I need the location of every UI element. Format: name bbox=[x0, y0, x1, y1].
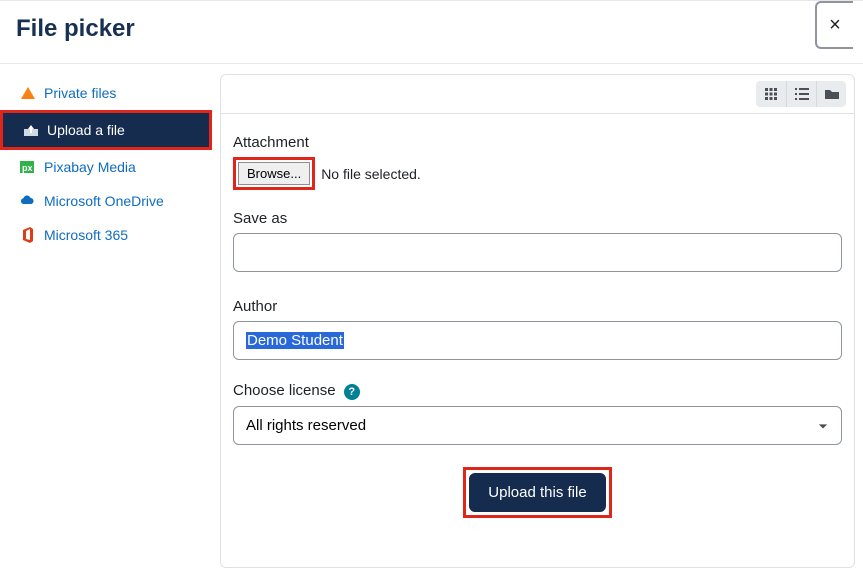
sidebar-item-private-files[interactable]: Private files bbox=[0, 76, 212, 110]
sidebar-item-label: Private files bbox=[44, 85, 116, 101]
browse-button[interactable]: Browse... bbox=[238, 162, 310, 185]
pixabay-icon: px bbox=[20, 159, 36, 175]
saveas-input[interactable] bbox=[233, 233, 842, 272]
sidebar-item-onedrive[interactable]: Microsoft OneDrive bbox=[0, 184, 212, 218]
main-panel-wrapper: Attachment Browse... No file selected. S… bbox=[212, 64, 863, 568]
sidebar-item-label: Microsoft OneDrive bbox=[44, 193, 164, 209]
onedrive-icon bbox=[20, 193, 36, 209]
author-label: Author bbox=[233, 298, 842, 315]
private-files-icon bbox=[20, 85, 36, 101]
sidebar-item-label: Upload a file bbox=[47, 122, 125, 138]
main-panel: Attachment Browse... No file selected. S… bbox=[220, 74, 855, 568]
browse-highlight: Browse... bbox=[233, 157, 315, 190]
list-icon bbox=[795, 88, 809, 100]
submit-highlight: Upload this file bbox=[463, 467, 611, 518]
attachment-label: Attachment bbox=[233, 134, 842, 151]
upload-button[interactable]: Upload this file bbox=[469, 473, 605, 512]
file-input-wrap: Browse... No file selected. bbox=[233, 157, 421, 190]
folder-icon bbox=[825, 88, 839, 100]
view-tree-button[interactable] bbox=[816, 81, 846, 107]
sidebar-item-label: Microsoft 365 bbox=[44, 227, 128, 243]
dialog-title: File picker bbox=[16, 15, 135, 43]
repository-sidebar: Private files Upload a file px Pixabay M… bbox=[0, 64, 212, 568]
license-select[interactable]: All rights reserved bbox=[233, 406, 842, 445]
panel-toolbar bbox=[221, 75, 854, 114]
sidebar-item-label: Pixabay Media bbox=[44, 159, 136, 175]
microsoft365-icon bbox=[20, 227, 36, 243]
saveas-field: Save as bbox=[233, 210, 842, 294]
grid-icon bbox=[765, 88, 777, 100]
view-icons-button[interactable] bbox=[756, 81, 786, 107]
view-list-button[interactable] bbox=[786, 81, 816, 107]
help-icon[interactable]: ? bbox=[344, 384, 360, 400]
close-button[interactable]: × bbox=[815, 1, 853, 49]
dialog-body: Private files Upload a file px Pixabay M… bbox=[0, 64, 863, 568]
author-input[interactable]: Demo Student bbox=[233, 321, 842, 360]
sidebar-item-pixabay[interactable]: px Pixabay Media bbox=[0, 150, 212, 184]
file-picker-dialog: File picker × Private files Upload a fil… bbox=[0, 0, 863, 576]
author-field: Author Demo Student bbox=[233, 298, 842, 360]
upload-form: Attachment Browse... No file selected. S… bbox=[221, 114, 854, 538]
license-label: Choose license ? bbox=[233, 382, 842, 400]
view-mode-group bbox=[756, 81, 846, 107]
submit-wrap: Upload this file bbox=[233, 467, 842, 518]
dialog-header: File picker × bbox=[0, 1, 863, 64]
attachment-field: Attachment Browse... No file selected. bbox=[233, 134, 842, 206]
sidebar-item-upload-file[interactable]: Upload a file bbox=[0, 110, 212, 150]
saveas-label: Save as bbox=[233, 210, 842, 227]
no-file-text: No file selected. bbox=[321, 166, 421, 182]
upload-icon bbox=[23, 122, 39, 138]
sidebar-item-microsoft365[interactable]: Microsoft 365 bbox=[0, 218, 212, 252]
license-field: Choose license ? All rights reserved bbox=[233, 382, 842, 445]
svg-text:px: px bbox=[22, 163, 33, 173]
